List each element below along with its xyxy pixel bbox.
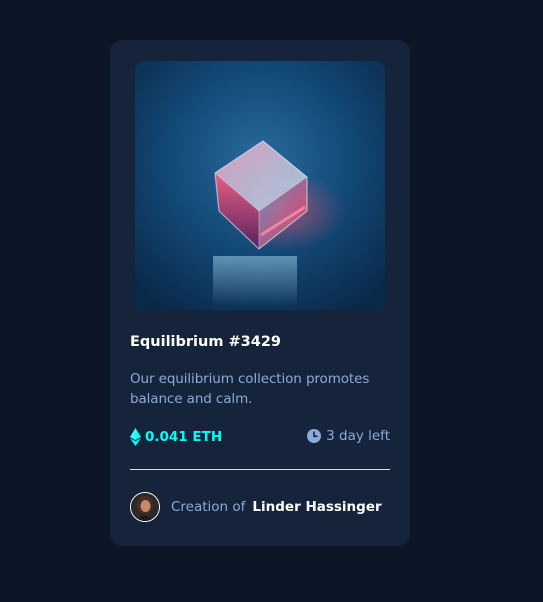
clock-icon (307, 429, 322, 443)
creator-name-link[interactable]: Linder Hassinger (252, 499, 381, 515)
nft-preview-card: Equilibrium #3429 Our equilibrium collec… (110, 40, 410, 546)
card-divider (130, 469, 390, 470)
ethereum-icon (130, 428, 141, 446)
creator-avatar (130, 492, 160, 522)
price-info: 0.041 ETH (130, 428, 222, 446)
price-value: 0.041 ETH (145, 429, 223, 445)
nft-image[interactable] (135, 61, 385, 310)
time-remaining: 3 day left (307, 428, 390, 444)
equilibrium-cube-image (135, 61, 385, 310)
creator-avatar-image (131, 493, 159, 521)
nft-description: Our equilibrium collection promotes bala… (130, 371, 370, 407)
time-left-value: 3 day left (326, 428, 390, 444)
nft-title[interactable]: Equilibrium #3429 (130, 334, 281, 350)
creator-prefix: Creation of (171, 499, 246, 515)
creator-info: Creation of Linder Hassinger (130, 492, 382, 522)
